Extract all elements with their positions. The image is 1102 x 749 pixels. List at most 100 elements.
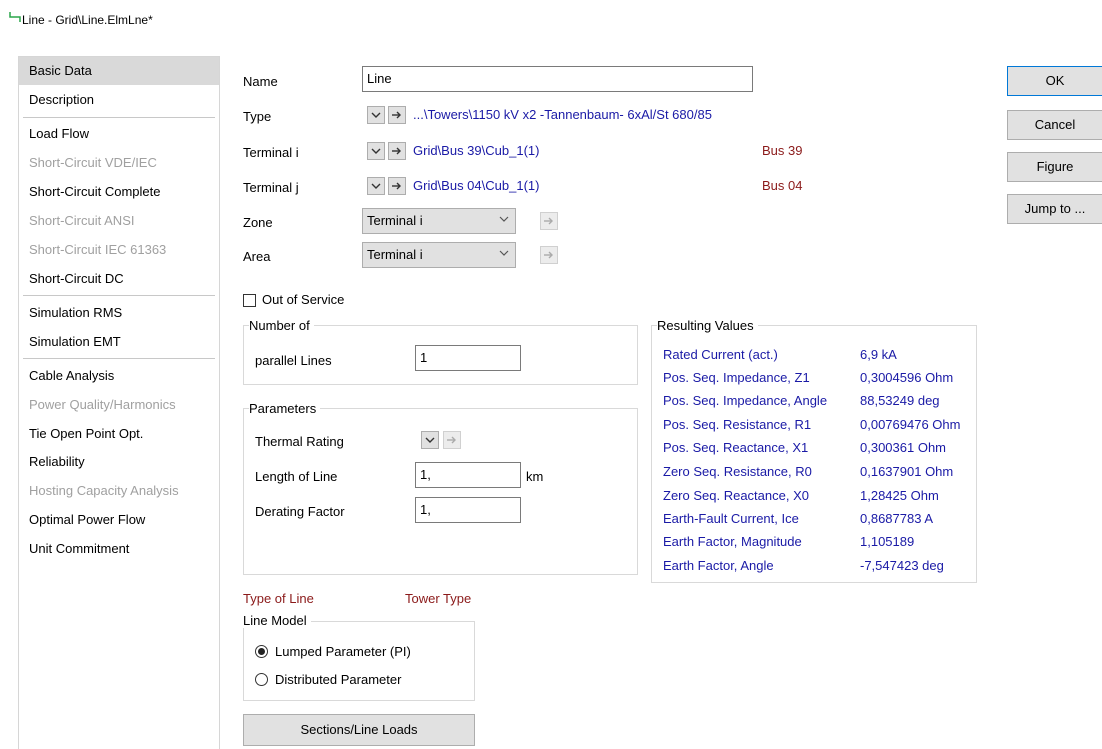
area-label: Area [243, 249, 271, 264]
sidebar-item-simulation-rms[interactable]: Simulation RMS [19, 299, 219, 327]
window-title: Line - Grid\Line.ElmLne* [22, 13, 153, 27]
sidebar-item-short-circuit-vde-iec[interactable]: Short-Circuit VDE/IEC [19, 149, 219, 177]
length-of-line-label: Length of Line [255, 469, 338, 484]
sidebar-item-short-circuit-dc[interactable]: Short-Circuit DC [19, 265, 219, 293]
result-value: 0,300361 Ohm [860, 440, 947, 455]
line-element-icon [9, 12, 21, 22]
chevron-down-icon [499, 216, 509, 222]
result-label: Rated Current (act.) [663, 347, 778, 362]
terminal-j-select-button[interactable] [367, 177, 385, 195]
chevron-down-icon [371, 112, 381, 118]
result-value: -7,547423 deg [860, 558, 944, 573]
result-value: 1,105189 [860, 534, 915, 549]
thermal-rating-select-button[interactable] [421, 431, 439, 449]
thermal-rating-jump-button[interactable] [443, 431, 461, 449]
length-unit-label: km [526, 469, 544, 484]
sidebar-divider [23, 358, 215, 359]
sidebar-item-unit-commitment[interactable]: Unit Commitment [19, 535, 219, 563]
sidebar-item-simulation-emt[interactable]: Simulation EMT [19, 328, 219, 356]
arrow-right-icon [392, 111, 401, 119]
radio-selected-dot [258, 648, 265, 655]
area-jump-button[interactable] [540, 246, 558, 264]
result-label: Earth-Fault Current, Ice [663, 511, 799, 526]
result-value: 0,00769476 Ohm [860, 417, 961, 432]
cancel-button[interactable]: Cancel [1007, 110, 1102, 140]
title-bar: Line - Grid\Line.ElmLne* [0, 0, 1102, 40]
arrow-right-icon [544, 217, 553, 225]
arrow-right-icon [392, 182, 401, 190]
type-jump-button[interactable] [388, 106, 406, 124]
type-link[interactable]: ...\Towers\1150 kV x2 -Tannenbaum- 6xAl/… [413, 107, 712, 122]
area-dropdown[interactable]: Terminal i [362, 242, 516, 268]
derating-factor-input[interactable]: 1, [415, 497, 521, 523]
sidebar-item-description[interactable]: Description [19, 86, 219, 114]
line-model-title: Line Model [243, 613, 311, 628]
type-select-button[interactable] [367, 106, 385, 124]
sidebar-item-short-circuit-iec-61363[interactable]: Short-Circuit IEC 61363 [19, 236, 219, 264]
parameters-title: Parameters [249, 401, 321, 416]
sidebar-item-short-circuit-ansi[interactable]: Short-Circuit ANSI [19, 207, 219, 235]
terminal-i-label: Terminal i [243, 145, 299, 160]
chevron-down-icon [371, 183, 381, 189]
sidebar-item-short-circuit-complete[interactable]: Short-Circuit Complete [19, 178, 219, 206]
sidebar-item-reliability[interactable]: Reliability [19, 448, 219, 476]
out-of-service-label: Out of Service [262, 292, 345, 307]
sidebar-divider [23, 295, 215, 296]
lumped-parameter-radio[interactable] [255, 645, 268, 658]
jump-to-button[interactable]: Jump to ... [1007, 194, 1102, 224]
terminal-i-bus-label: Bus 39 [762, 143, 803, 158]
result-label: Pos. Seq. Impedance, Z1 [663, 370, 810, 385]
name-input[interactable]: Line [362, 66, 753, 92]
length-of-line-input[interactable]: 1, [415, 462, 521, 488]
terminal-i-select-button[interactable] [367, 142, 385, 160]
tower-type-label: Tower Type [405, 591, 472, 606]
result-label: Pos. Seq. Resistance, R1 [663, 417, 812, 432]
parallel-lines-input[interactable]: 1 [415, 345, 521, 371]
sidebar-item-basic-data[interactable]: Basic Data [19, 57, 219, 85]
result-label: Earth Factor, Angle [663, 558, 774, 573]
terminal-i-link[interactable]: Grid\Bus 39\Cub_1(1) [413, 143, 539, 158]
result-label: Earth Factor, Magnitude [663, 534, 802, 549]
lumped-parameter-label: Lumped Parameter (PI) [275, 644, 411, 659]
name-label: Name [243, 74, 278, 89]
result-value: 88,53249 deg [860, 393, 940, 408]
distributed-parameter-radio[interactable] [255, 673, 268, 686]
terminal-j-bus-label: Bus 04 [762, 178, 803, 193]
area-value: Terminal i [367, 247, 423, 262]
resulting-values-title: Resulting Values [657, 318, 758, 333]
result-label: Zero Seq. Resistance, R0 [663, 464, 812, 479]
zone-jump-button[interactable] [540, 212, 558, 230]
sidebar-item-tie-open-point[interactable]: Tie Open Point Opt. [19, 420, 219, 448]
result-label: Pos. Seq. Reactance, X1 [663, 440, 809, 455]
out-of-service-checkbox[interactable] [243, 294, 256, 307]
sidebar-item-hosting-capacity[interactable]: Hosting Capacity Analysis [19, 477, 219, 505]
sidebar-item-load-flow[interactable]: Load Flow [19, 120, 219, 148]
parallel-lines-label: parallel Lines [255, 353, 332, 368]
terminal-i-jump-button[interactable] [388, 142, 406, 160]
result-value: 0,3004596 Ohm [860, 370, 954, 385]
zone-label: Zone [243, 215, 273, 230]
chevron-down-icon [371, 148, 381, 154]
arrow-right-icon [544, 251, 553, 259]
sections-line-loads-button[interactable]: Sections/Line Loads [243, 714, 475, 746]
ok-button[interactable]: OK [1007, 66, 1102, 96]
sidebar-divider [23, 117, 215, 118]
terminal-j-link[interactable]: Grid\Bus 04\Cub_1(1) [413, 178, 539, 193]
distributed-parameter-label: Distributed Parameter [275, 672, 402, 687]
terminal-j-jump-button[interactable] [388, 177, 406, 195]
type-of-line-label: Type of Line [243, 591, 314, 606]
zone-dropdown[interactable]: Terminal i [362, 208, 516, 234]
sidebar-item-power-quality[interactable]: Power Quality/Harmonics [19, 391, 219, 419]
arrow-right-icon [447, 436, 456, 444]
arrow-right-icon [392, 147, 401, 155]
chevron-down-icon [425, 437, 435, 443]
number-of-title: Number of [249, 318, 314, 333]
result-value: 0,1637901 Ohm [860, 464, 954, 479]
figure-button[interactable]: Figure [1007, 152, 1102, 182]
terminal-j-label: Terminal j [243, 180, 299, 195]
sidebar: Basic Data Description Load Flow Short-C… [18, 56, 220, 749]
result-value: 6,9 kA [860, 347, 897, 362]
sidebar-item-cable-analysis[interactable]: Cable Analysis [19, 362, 219, 390]
sidebar-item-optimal-power-flow[interactable]: Optimal Power Flow [19, 506, 219, 534]
type-label: Type [243, 109, 272, 124]
